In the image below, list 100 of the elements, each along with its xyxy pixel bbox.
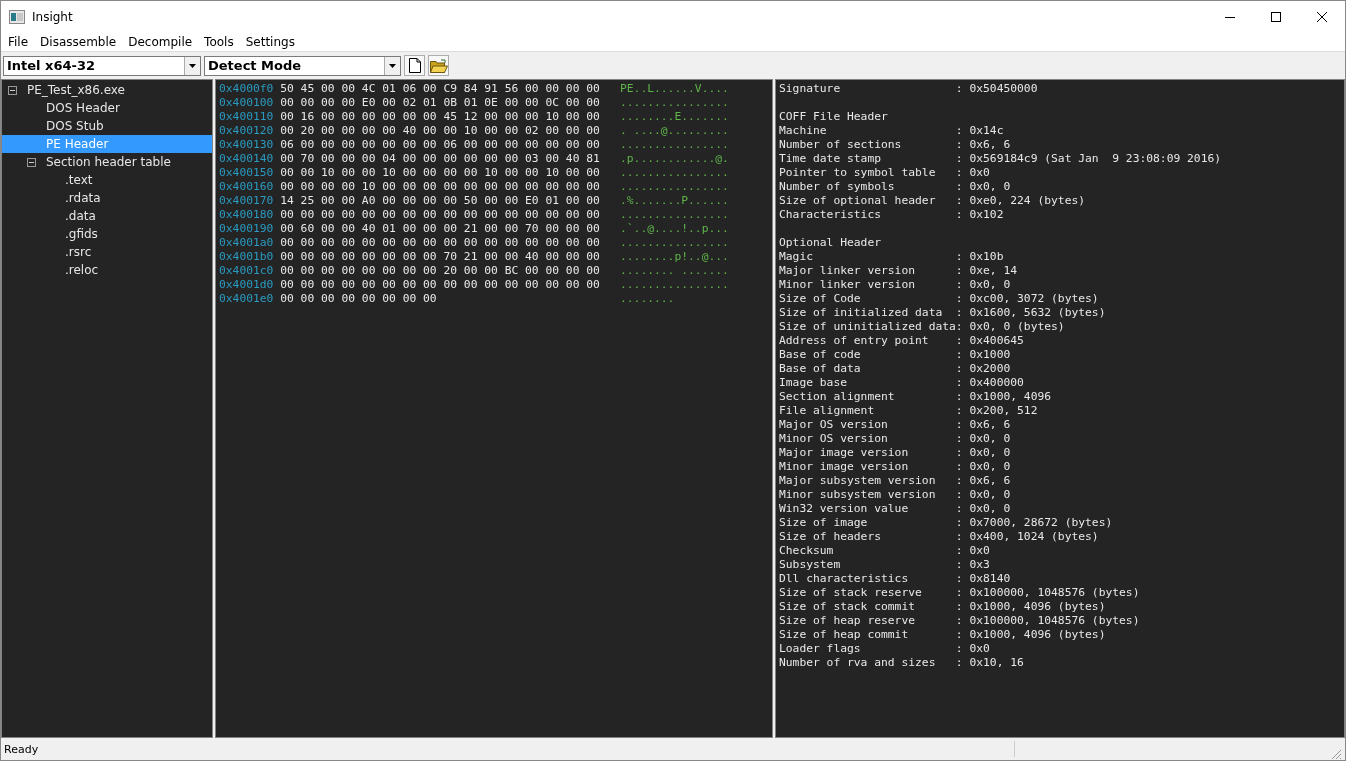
- field-name: Address of entry point: [779, 334, 930, 348]
- field-name: Loader flags: [779, 642, 862, 656]
- ascii-text: ........E.......: [620, 110, 729, 124]
- ascii-text: ................: [620, 208, 729, 222]
- field-name: Size of uninitialized data: [779, 320, 956, 334]
- hex-address: 0x4001d0: [219, 278, 274, 292]
- field-value: : 0x0, 0: [955, 432, 1011, 446]
- field-value: : 0x1000, 4096 (bytes): [955, 600, 1106, 614]
- tree-item[interactable]: PE_Test_x86.exe: [2, 81, 212, 99]
- field-value: : 0xe0, 224 (bytes): [955, 194, 1086, 208]
- field-name: Size of stack commit: [779, 600, 917, 614]
- window-title: Insight: [32, 9, 73, 24]
- menu-item[interactable]: Settings: [238, 34, 300, 49]
- field-name: Major subsystem version: [779, 474, 937, 488]
- field-name: Number of symbols: [779, 180, 896, 194]
- hex-bytes: 00 00 10 00 00 10 00 00 00 00 10 00 00 10 00 00: [280, 166, 601, 180]
- field-value: : 0x102: [955, 208, 1004, 222]
- tree-item[interactable]: .data: [2, 207, 212, 225]
- hex-address: 0x400150: [219, 166, 274, 180]
- field-value: : 0x6, 6: [955, 474, 1011, 488]
- tree-item[interactable]: .rdata: [2, 189, 212, 207]
- tree-item[interactable]: .reloc: [2, 261, 212, 279]
- field-value: : 0x0, 0: [955, 488, 1011, 502]
- close-icon: [1317, 11, 1327, 22]
- field-value: : 0x14c: [955, 124, 1004, 138]
- field-value: : 0x569184c9 (Sat Jan 9 23:08:09 2016): [955, 152, 1222, 166]
- ascii-text: ................: [620, 180, 729, 194]
- field-value: : 0xc00, 3072 (bytes): [955, 292, 1099, 306]
- field-name: Magic: [779, 250, 814, 264]
- open-folder-button[interactable]: [428, 55, 449, 76]
- field-value: : 0x100000, 1048576 (bytes): [955, 586, 1140, 600]
- hex-address: 0x400140: [219, 152, 274, 166]
- field-value: : 0x10b: [955, 250, 1004, 264]
- tree-item[interactable]: DOS Stub: [2, 117, 212, 135]
- ascii-text: ................: [620, 96, 729, 110]
- tree-item[interactable]: DOS Header: [2, 99, 212, 117]
- hex-bytes: 00 00 00 00 00 00 00 00 00 00 00 00 00 00 00 00: [280, 236, 601, 250]
- field-name: Minor subsystem version: [779, 488, 937, 502]
- tree-item[interactable]: .gfids: [2, 225, 212, 243]
- field-name: Size of stack reserve: [779, 586, 923, 600]
- hex-bytes: 00 60 00 00 40 01 00 00 00 21 00 00 70 00 00 00: [280, 222, 601, 236]
- field-name: Size of initialized data: [779, 306, 944, 320]
- collapse-icon[interactable]: [27, 157, 36, 167]
- field-value: : 0x1000, 4096 (bytes): [955, 628, 1106, 642]
- field-name: Major linker version: [779, 264, 917, 278]
- tree-item[interactable]: .text: [2, 171, 212, 189]
- status-message: Ready: [3, 742, 40, 756]
- field-value: : 0x10, 16: [955, 656, 1024, 670]
- hex-address: 0x400100: [219, 96, 274, 110]
- field-value: : 0x0: [955, 166, 990, 180]
- collapse-icon[interactable]: [8, 85, 17, 95]
- hex-address: 0x400180: [219, 208, 274, 222]
- field-name: Number of sections: [779, 138, 903, 152]
- field-value: : 0x0, 0: [955, 180, 1011, 194]
- resize-grip-icon: [1331, 749, 1342, 760]
- field-value: : 0x1000: [955, 348, 1011, 362]
- hex-address: 0x4001b0: [219, 250, 274, 264]
- field-name: Dll characteristics: [779, 572, 910, 586]
- ascii-text: ........: [620, 292, 675, 306]
- hex-address: 0x4001a0: [219, 236, 274, 250]
- hex-bytes: 00 00 00 00 10 00 00 00 00 00 00 00 00 00 00 00: [280, 180, 601, 194]
- hex-address: 0x4001c0: [219, 264, 274, 278]
- field-name: Size of headers: [779, 530, 883, 544]
- field-name: Machine: [779, 124, 828, 138]
- field-value: : 0x1600, 5632 (bytes): [955, 306, 1106, 320]
- field-value: : 0x6, 6: [955, 138, 1011, 152]
- field-name: Minor OS version: [779, 432, 889, 446]
- field-name: Size of image: [779, 516, 869, 530]
- menu-item[interactable]: File: [1, 34, 34, 49]
- hex-bytes: 00 70 00 00 00 04 00 00 00 00 00 00 03 00 40 81: [280, 152, 601, 166]
- folder-icon: [429, 58, 448, 73]
- hex-bytes: 00 16 00 00 00 00 00 00 45 12 00 00 00 10 00 00: [280, 110, 601, 124]
- field-value: : 0x400645: [955, 334, 1024, 348]
- field-value: : 0x0, 0: [955, 278, 1011, 292]
- field-value: : 0x2000: [955, 362, 1011, 376]
- field-name: Size of optional header: [779, 194, 937, 208]
- hex-address: 0x400110: [219, 110, 274, 124]
- new-file-button[interactable]: [404, 55, 425, 76]
- tree-item[interactable]: Section header table: [2, 153, 212, 171]
- architecture-dropdown[interactable]: Intel x64-32: [3, 55, 201, 76]
- tree-item[interactable]: .rsrc: [2, 243, 212, 261]
- ascii-text: ........ .......: [620, 264, 729, 278]
- menu-item[interactable]: Decompile: [121, 34, 198, 49]
- hex-address: 0x400170: [219, 194, 274, 208]
- field-value: : 0x50450000: [955, 82, 1038, 96]
- field-name: Pointer to symbol table: [779, 166, 937, 180]
- field-name: Subsystem: [779, 558, 842, 572]
- hex-bytes: 00 20 00 00 00 00 40 00 00 10 00 00 02 00 00 00: [280, 124, 601, 138]
- menu-item[interactable]: Tools: [197, 34, 239, 49]
- field-value: : 0x400000: [955, 376, 1024, 390]
- caret-icon: [189, 63, 196, 68]
- mode-dropdown[interactable]: Detect Mode: [204, 55, 401, 76]
- section-heading: Optional Header: [779, 236, 883, 250]
- field-value: : 0x200, 512: [955, 404, 1038, 418]
- hex-bytes: 00 00 00 00 00 00 00 00 00 00 00 00 00 00 00 00: [280, 208, 601, 222]
- field-name: Win32 version value: [779, 502, 910, 516]
- ascii-text: ................: [620, 166, 729, 180]
- menu-item[interactable]: Disassemble: [33, 34, 122, 49]
- ascii-text: .%.......P......: [620, 194, 729, 208]
- ascii-text: ................: [620, 236, 729, 250]
